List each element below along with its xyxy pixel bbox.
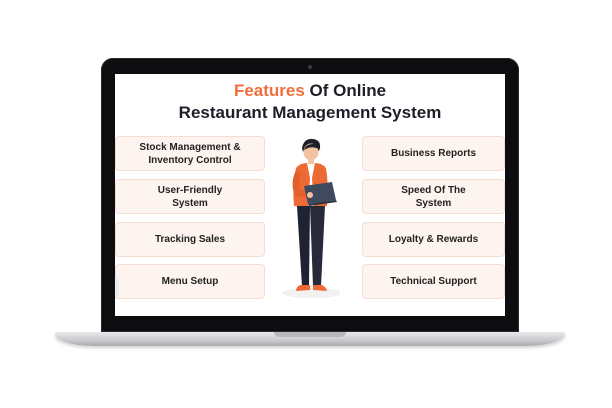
feature-card-tracking-sales: Tracking Sales bbox=[115, 222, 265, 257]
feature-card-stock-management: Stock Management & Inventory Control bbox=[115, 136, 265, 171]
feature-card-speed: Speed Of The System bbox=[362, 179, 505, 214]
feature-label: User-Friendly System bbox=[157, 184, 223, 209]
title-line2: Restaurant Management System bbox=[178, 103, 442, 122]
laptop-screen: Features Of Online Restaurant Management… bbox=[115, 74, 505, 316]
feature-label: Business Reports bbox=[390, 148, 477, 159]
title-accent: Features bbox=[233, 81, 305, 100]
slider-edge-handle bbox=[115, 277, 119, 299]
laptop-mockup: Features Of Online Restaurant Management… bbox=[0, 0, 612, 408]
feature-label: Loyalty & Rewards bbox=[388, 234, 479, 245]
page-title: Features Of Online Restaurant Management… bbox=[115, 80, 505, 124]
person-with-laptop-illustration-icon bbox=[282, 138, 340, 298]
feature-label: Technical Support bbox=[390, 276, 477, 287]
webcam-icon bbox=[308, 65, 312, 69]
title-line1-rest: Of Online bbox=[304, 81, 387, 100]
laptop-notch bbox=[274, 332, 346, 337]
feature-card-business-reports: Business Reports bbox=[362, 136, 505, 171]
feature-card-technical-support: Technical Support bbox=[362, 264, 505, 299]
feature-label: Tracking Sales bbox=[154, 234, 226, 245]
feature-label: Menu Setup bbox=[161, 276, 219, 287]
feature-card-user-friendly: User-Friendly System bbox=[115, 179, 265, 214]
feature-label: Stock Management & Inventory Control bbox=[139, 141, 241, 166]
feature-card-menu-setup: Menu Setup bbox=[115, 264, 265, 299]
feature-card-loyalty: Loyalty & Rewards bbox=[362, 222, 505, 257]
feature-label: Speed Of The System bbox=[401, 184, 466, 209]
